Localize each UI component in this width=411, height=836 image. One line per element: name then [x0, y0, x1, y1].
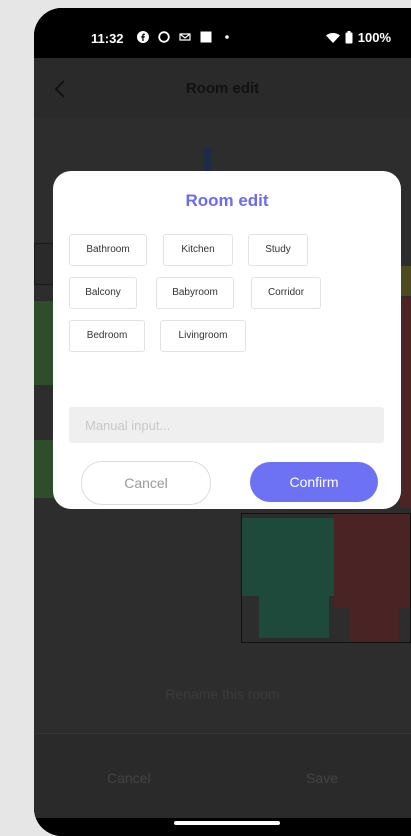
- app-bar: Room edit: [34, 58, 411, 118]
- status-right: 100%: [325, 30, 391, 45]
- wifi-icon: [325, 32, 340, 43]
- bottom-cancel-button[interactable]: Cancel: [107, 770, 151, 786]
- map-room-yellow: [400, 266, 411, 296]
- chip-livingroom[interactable]: Livingroom: [160, 320, 246, 352]
- battery-icon: [345, 31, 353, 44]
- square-icon: [200, 31, 212, 43]
- map-room-green-left: [34, 301, 54, 385]
- map-wall-outline: [241, 513, 411, 643]
- notification-icons: [137, 31, 233, 43]
- battery-percent: 100%: [357, 30, 391, 45]
- chip-bedroom[interactable]: Bedroom: [69, 320, 145, 352]
- status-bar: 11:32 100%: [34, 8, 411, 58]
- confirm-button[interactable]: Confirm: [250, 462, 378, 502]
- chip-study[interactable]: Study: [248, 234, 308, 266]
- bottom-action-bar: Cancel Save: [34, 733, 411, 819]
- dialog-title: Room edit: [185, 191, 269, 210]
- map-room-green-left2: [34, 440, 54, 498]
- dot-icon: [225, 35, 229, 39]
- status-time: 11:32: [91, 31, 124, 46]
- gmail-icon: [179, 33, 191, 41]
- rename-hint: Rename this room: [165, 686, 280, 702]
- chip-bathroom[interactable]: Bathroom: [69, 234, 147, 266]
- chip-kitchen[interactable]: Kitchen: [163, 234, 233, 266]
- bottom-save-button[interactable]: Save: [306, 770, 338, 786]
- chip-babyroom[interactable]: Babyroom: [156, 277, 234, 309]
- facebook-icon: [137, 31, 149, 43]
- chip-balcony[interactable]: Balcony: [69, 277, 137, 309]
- chip-corridor[interactable]: Corridor: [251, 277, 321, 309]
- room-edit-dialog: Room edit Bathroom Kitchen Study Balcony…: [53, 171, 401, 509]
- home-indicator[interactable]: [174, 821, 280, 825]
- page-title: Room edit: [185, 80, 260, 97]
- gesture-bar: [34, 818, 411, 836]
- circle-icon: [158, 31, 170, 43]
- map-room-red-right: [400, 298, 411, 508]
- cancel-button[interactable]: Cancel: [81, 461, 211, 505]
- manual-input[interactable]: [69, 407, 384, 443]
